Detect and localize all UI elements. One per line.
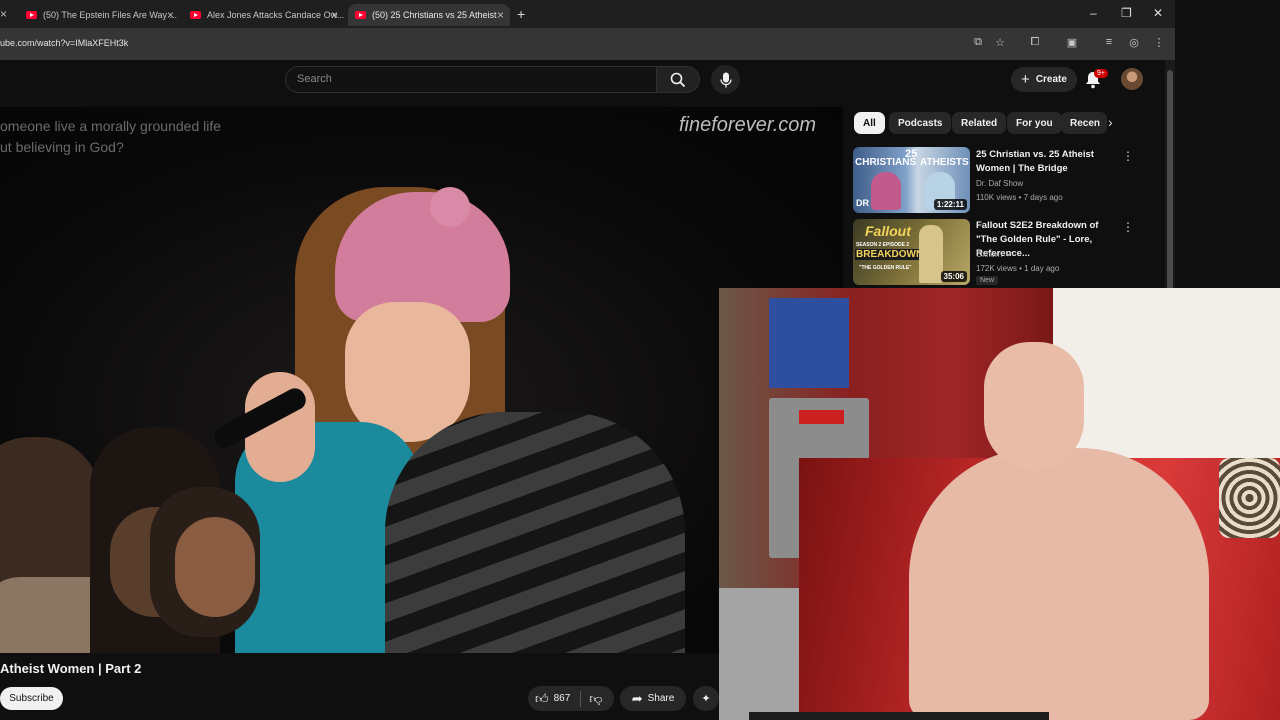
verified-check-icon: ✔ [1006, 250, 1013, 259]
media-icon[interactable]: ≡ [1101, 36, 1117, 48]
thumb-text: SEASON 2 EPISODE 2 [856, 242, 910, 248]
speaker-face [345, 302, 470, 442]
voice-search-button[interactable] [711, 65, 740, 94]
share-label: Share [647, 693, 675, 704]
ask-sparkle-button[interactable]: ✦ [693, 686, 719, 711]
tab-close-icon[interactable]: × [0, 7, 7, 21]
divider [580, 690, 582, 707]
close-icon[interactable]: × [497, 8, 504, 22]
minimize-button[interactable]: – [1090, 6, 1097, 20]
microphone-icon [719, 72, 732, 87]
chip-related[interactable]: Related [952, 112, 1007, 134]
recommendation-meta: 110K views • 7 days ago [976, 193, 1063, 202]
video-title: Atheist Women | Part 2 [0, 661, 142, 676]
thumb-figure [871, 172, 901, 210]
create-label: Create [1035, 74, 1067, 85]
sparkle-icon: ✦ [701, 693, 711, 705]
scrollbar[interactable] [1165, 60, 1175, 290]
share-button[interactable]: ➦ Share [620, 686, 686, 711]
youtube-icon [190, 11, 201, 19]
tab-title: (50) 25 Christians vs 25 Atheist [372, 10, 497, 20]
thumbs-down-icon[interactable]: 👎︎ [589, 691, 602, 707]
recommendation-meta: 172K views • 1 day ago [976, 264, 1060, 273]
search-input[interactable]: Search [285, 66, 657, 93]
youtube-icon [26, 11, 37, 19]
search-icon [670, 72, 686, 87]
close-icon[interactable]: × [167, 8, 174, 22]
more-actions-icon[interactable]: ⋮ [1122, 149, 1134, 163]
video-caption-line: omeone live a morally grounded life [0, 118, 222, 134]
sidebar-icon[interactable]: ▣ [1064, 36, 1080, 49]
channel-logo: DR [856, 198, 869, 208]
thumb-text: Fallout [865, 223, 911, 239]
chip-all[interactable]: All [854, 112, 885, 134]
more-actions-icon[interactable]: ⋮ [1122, 220, 1134, 234]
window-close-button[interactable]: ✕ [1153, 6, 1163, 20]
avatar[interactable] [1121, 68, 1143, 90]
crowd-face [175, 517, 255, 617]
browser-tab[interactable]: Alex Jones Attacks Candace Ow... × [184, 4, 344, 26]
thumb-text: "THE GOLDEN RULE" [859, 265, 912, 271]
youtube-icon [355, 11, 366, 19]
tab-title: (50) The Epstein Files Are Way ... [43, 10, 178, 20]
video-watermark: fineforever.com [679, 114, 817, 136]
menu-icon[interactable]: ⋮ [1151, 36, 1167, 49]
like-count[interactable]: 867 [554, 693, 571, 704]
person-head [984, 342, 1084, 470]
install-icon[interactable]: ⧉ [970, 36, 986, 49]
person-torso [909, 448, 1209, 720]
chip-recently-uploaded[interactable]: Recen [1061, 112, 1107, 134]
foreground-person-fur [385, 412, 685, 653]
thumb-figure [919, 225, 943, 283]
video-thumbnail[interactable]: Fallout SEASON 2 EPISODE 2 BREAKDOWN "TH… [853, 219, 970, 285]
browser-tab[interactable]: (50) The Epstein Files Are Way ... × [20, 4, 180, 26]
url-field[interactable]: ube.com/watch?v=IMlaXFEHt3k [0, 38, 128, 48]
share-arrow-icon: ➦ [631, 690, 643, 706]
webcam-overlay [719, 288, 1280, 720]
new-tab-button[interactable]: + [517, 6, 525, 22]
browser-tab-active[interactable]: (50) 25 Christians vs 25 Atheist × [348, 4, 510, 26]
video-player[interactable] [0, 107, 843, 653]
thumb-text: CHRISTIANS [855, 157, 917, 168]
tab-title: Alex Jones Attacks Candace Ow... [207, 10, 344, 20]
chip-podcasts[interactable]: Podcasts [889, 112, 952, 134]
thumbs-up-icon[interactable]: 👍︎ [535, 691, 549, 707]
video-duration: 1:22:11 [933, 199, 967, 210]
subscribe-button[interactable]: Subscribe [0, 687, 63, 710]
like-dislike-group: 👍︎ 867 👎︎ [528, 686, 614, 711]
video-thumbnail[interactable]: 25 CHRISTIANS ATHEISTS DR 1:22:11 [853, 147, 970, 213]
chip-for-you[interactable]: For you [1007, 112, 1062, 134]
close-icon[interactable]: × [331, 8, 338, 22]
thumb-text: ATHEISTS [920, 157, 969, 168]
sticker [799, 410, 844, 424]
create-button[interactable]: + Create [1011, 67, 1077, 92]
video-caption-line: ut believing in God? [0, 139, 124, 155]
video-duration: 35:06 [940, 271, 967, 282]
beer-box [769, 298, 849, 388]
recommendation-channel[interactable]: Oxhorn [976, 250, 1002, 259]
recommendation-title[interactable]: 25 Christian vs. 25 Atheist Women | The … [976, 148, 1116, 176]
recommendation-channel[interactable]: Dr. Daf Show [976, 179, 1023, 188]
restore-button[interactable]: ❐ [1121, 6, 1132, 20]
bookmark-star-icon[interactable]: ☆ [992, 36, 1008, 49]
search-button[interactable] [656, 66, 700, 93]
new-badge: New [976, 276, 999, 285]
beanie-pompom [430, 187, 470, 227]
extensions-icon[interactable]: ⧠ [1027, 36, 1043, 49]
chevron-right-icon[interactable]: › [1108, 114, 1124, 132]
patterned-pillow [1219, 458, 1280, 538]
profile-icon[interactable]: ◎ [1126, 36, 1142, 49]
plus-icon: + [1021, 71, 1030, 88]
thumb-text: BREAKDOWN [855, 249, 925, 260]
desk-edge [749, 712, 1049, 720]
notification-badge: 9+ [1094, 69, 1108, 78]
